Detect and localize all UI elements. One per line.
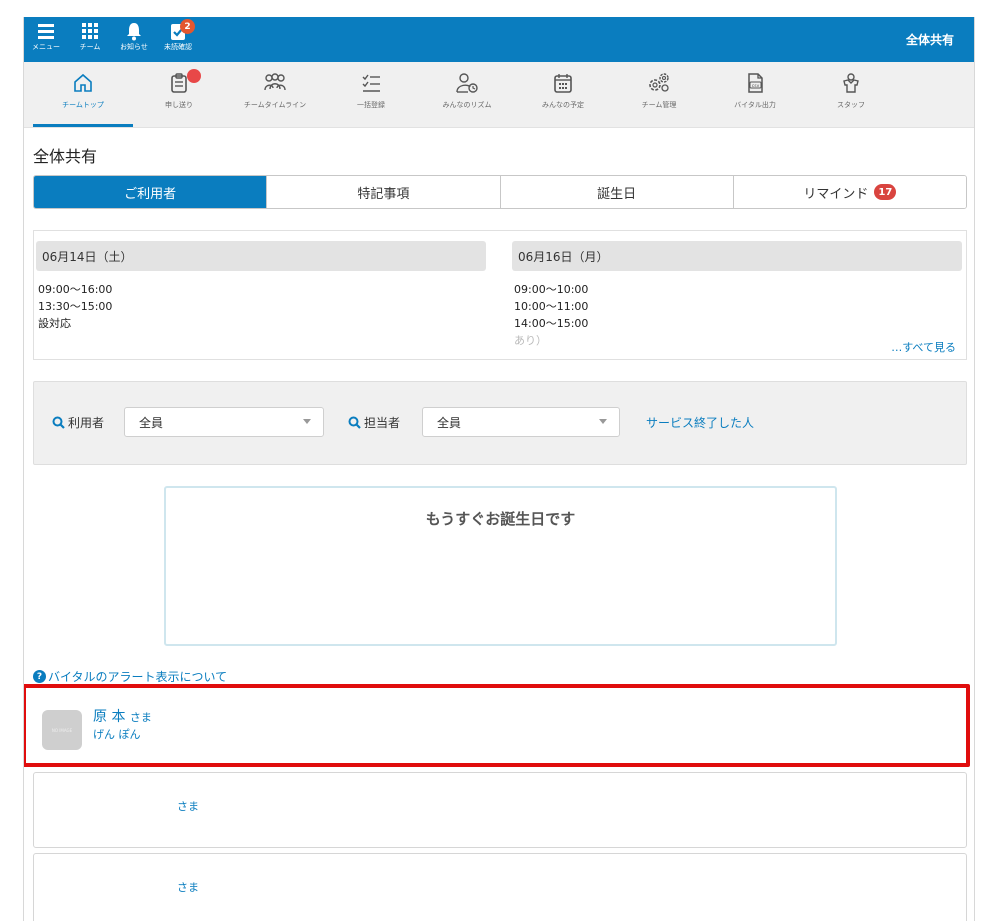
schedule-entry: 10:00〜11:00 [514, 300, 589, 313]
bell-icon [127, 23, 141, 41]
notice-button[interactable]: お知らせ [114, 21, 154, 59]
service-ended-link[interactable]: サービス終了した人 [646, 414, 754, 431]
user-filter-text: 利用者 [68, 416, 105, 430]
nav-item-team-top[interactable]: チームトップ [33, 72, 133, 128]
nav-label: チームタイムライン [243, 101, 307, 109]
unconfirmed-badge: 2 [180, 19, 195, 34]
user-card[interactable]: さま [33, 853, 967, 921]
unconfirmed-button[interactable]: 2 未読確認 [158, 19, 198, 59]
nav-label: バイタル出力 [734, 101, 776, 109]
home-icon [74, 73, 92, 92]
unconfirmed-label: 未読確認 [164, 43, 192, 51]
nav-item-team-timeline[interactable]: チームタイムライン [225, 72, 325, 128]
vital-alert-help-text: バイタルのアラート表示について [48, 670, 228, 684]
top-bar: メニュー チーム お知らせ 2 未読確認 全体共有 [24, 17, 974, 62]
schedule-date: 06月14日（土） [36, 241, 486, 271]
active-nav-indicator [33, 124, 133, 127]
top-bar-title: 全体共有 [905, 33, 954, 47]
user-honorific: さま [177, 881, 199, 894]
nav-label: チーム管理 [641, 101, 677, 109]
filter-panel: 利用者 全員 担当者 全員 サービス終了した人 [33, 381, 967, 465]
staff-filter-text: 担当者 [364, 416, 401, 430]
staff-select-value: 全員 [437, 415, 462, 430]
team-button[interactable]: チーム [70, 21, 110, 59]
tab-bar: ご利用者 特記事項 誕生日 リマインド 17 [33, 175, 967, 209]
tab-label: リマインド [803, 186, 869, 202]
tab-users[interactable]: ご利用者 [34, 176, 268, 208]
search-icon [52, 416, 65, 429]
person-clock-icon [456, 73, 478, 93]
user-name: 原 本 さま [93, 706, 152, 726]
tab-label: ご利用者 [124, 186, 177, 202]
staff-icon [843, 73, 859, 93]
schedule-entry: 13:30〜15:00 [38, 300, 113, 313]
checklist-icon [362, 74, 380, 92]
people-icon [264, 73, 286, 91]
user-name-text: 原 本 [93, 709, 126, 725]
tab-special-notes[interactable]: 特記事項 [267, 176, 501, 208]
user-honorific: さま [129, 711, 152, 724]
schedule-entry: 14:00〜15:00 [514, 317, 589, 330]
handover-alert-dot [187, 69, 201, 83]
user-kana: げん ぽん [93, 728, 141, 741]
nav-item-vital-export[interactable]: csv バイタル出力 [705, 72, 805, 128]
csv-file-icon: csv [748, 73, 763, 93]
icon-nav: チームトップ 申し送り チームタイムライン 一括登録 みんなのリズム みんなの予… [24, 62, 974, 128]
tab-label: 特記事項 [357, 186, 410, 202]
avatar: NO IMAGE [42, 710, 82, 750]
user-card[interactable]: NO IMAGE 原 本 さま げん ぽん [24, 684, 970, 767]
notice-label: お知らせ [120, 43, 148, 51]
user-select[interactable]: 全員 [124, 407, 324, 437]
calendar-icon [554, 74, 572, 93]
tab-remind[interactable]: リマインド 17 [733, 176, 966, 208]
grid-icon [82, 23, 98, 39]
team-label: チーム [79, 43, 101, 51]
birthday-title: もうすぐお誕生日です [425, 510, 576, 528]
nav-label: みんなのリズム [442, 101, 492, 109]
tab-label: 誕生日 [597, 186, 637, 202]
nav-item-handover[interactable]: 申し送り [129, 69, 229, 128]
tab-birthday[interactable]: 誕生日 [500, 176, 734, 208]
user-select-value: 全員 [139, 415, 164, 430]
menu-label: メニュー [32, 43, 60, 51]
staff-filter-label: 担当者 [348, 414, 400, 431]
upcoming-birthday-box: もうすぐお誕生日です [164, 486, 837, 646]
nav-label: みんなの予定 [542, 101, 584, 109]
user-filter-label: 利用者 [52, 414, 104, 431]
chevron-down-icon [599, 419, 607, 424]
nav-item-rhythm[interactable]: みんなのリズム [417, 72, 517, 128]
hamburger-icon [38, 24, 54, 39]
schedule-column-left: 06月14日（土） 09:00〜16:00 13:30〜15:00 設対応 [36, 241, 486, 332]
schedule-column-right: 06月16日（月） 09:00〜10:00 10:00〜11:00 14:00〜… [512, 241, 962, 349]
question-circle-icon: ? [33, 670, 46, 683]
remind-count-badge: 17 [874, 184, 897, 200]
user-honorific: さま [177, 800, 199, 813]
nav-item-team-admin[interactable]: チーム管理 [609, 72, 709, 128]
nav-item-bulk-register[interactable]: 一括登録 [321, 72, 421, 128]
nav-label: チームトップ [62, 101, 104, 109]
search-icon [348, 416, 361, 429]
menu-button[interactable]: メニュー [26, 21, 66, 59]
nav-label: 申し送り [165, 101, 193, 109]
nav-item-schedule[interactable]: みんなの予定 [513, 72, 613, 128]
staff-select[interactable]: 全員 [422, 407, 620, 437]
user-card[interactable]: さま [33, 772, 967, 848]
gears-icon [649, 73, 669, 92]
nav-label: 一括登録 [357, 101, 385, 109]
schedule-date: 06月16日（月） [512, 241, 962, 271]
schedule-panel: 06月14日（土） 09:00〜16:00 13:30〜15:00 設対応 06… [33, 230, 967, 360]
nav-item-staff[interactable]: スタッフ [801, 72, 901, 128]
app-frame: メニュー チーム お知らせ 2 未読確認 全体共有 チームトップ 申し送り チー… [23, 17, 975, 921]
see-all-link[interactable]: …すべて見る [891, 339, 956, 355]
page-title: 全体共有 [33, 147, 98, 166]
schedule-entry: 09:00〜16:00 [38, 283, 113, 296]
schedule-entry: 09:00〜10:00 [514, 283, 589, 296]
schedule-entry: 設対応 [38, 317, 71, 330]
vital-alert-help-link[interactable]: ? バイタルのアラート表示について [33, 668, 227, 685]
svg-text:csv: csv [752, 84, 760, 89]
nav-label: スタッフ [837, 101, 865, 109]
chevron-down-icon [303, 419, 311, 424]
